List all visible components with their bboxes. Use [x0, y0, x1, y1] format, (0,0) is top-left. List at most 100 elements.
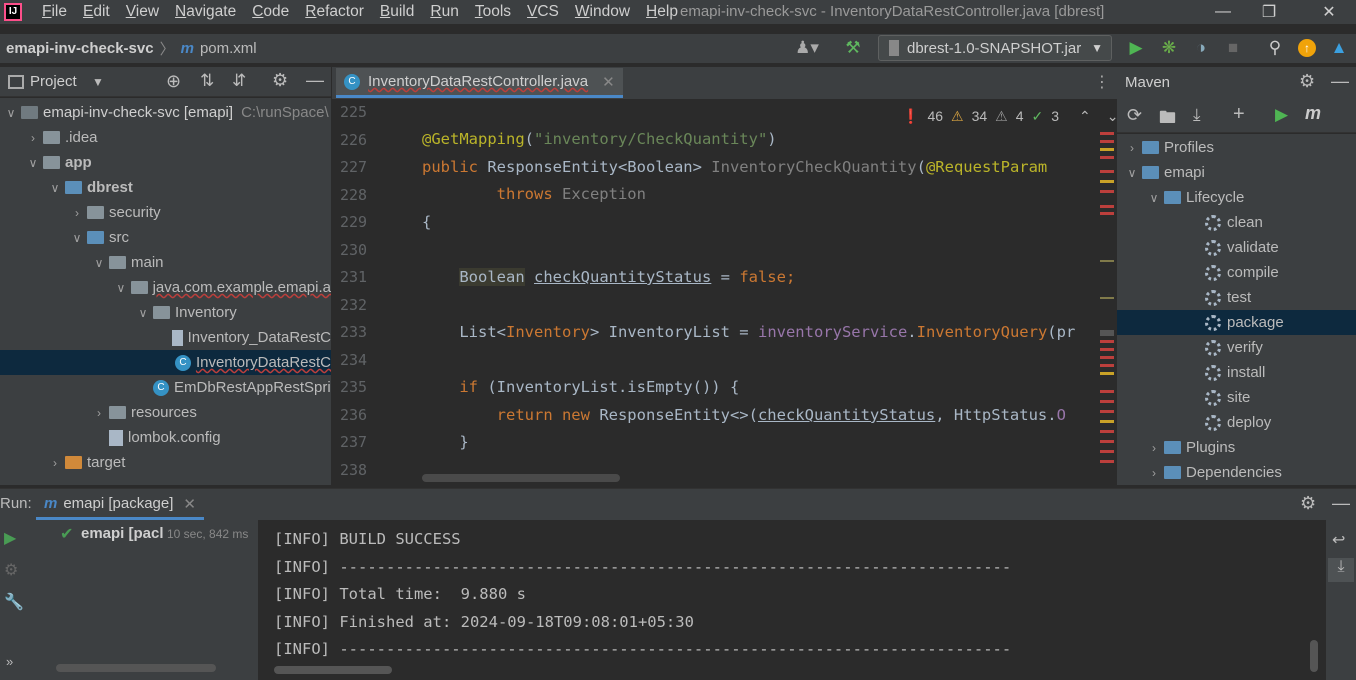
- run-icon[interactable]: ▶: [1275, 105, 1288, 125]
- project-tree-item[interactable]: C EmDbRestAppRestSpri: [0, 375, 331, 400]
- expand-all-icon[interactable]: ⇅: [200, 71, 214, 91]
- run-tree-item[interactable]: emapi [pacl: [81, 525, 163, 542]
- close-tab-icon[interactable]: ✕: [602, 73, 615, 91]
- maven-tree-item[interactable]: validate: [1117, 235, 1356, 260]
- add-maven-project-icon[interactable]: 🖿: [1159, 105, 1176, 134]
- menu-window[interactable]: Window: [567, 0, 638, 24]
- maven-tree-item[interactable]: ∨ emapi: [1117, 160, 1356, 185]
- locate-icon[interactable]: ⊕: [166, 71, 181, 92]
- chevron-down-icon[interactable]: ∨: [92, 256, 106, 270]
- project-tree-item[interactable]: › resources: [0, 400, 331, 425]
- console-vscrollbar[interactable]: [1310, 640, 1318, 672]
- chevron-right-icon[interactable]: ›: [92, 406, 106, 420]
- horizontal-scrollbar[interactable]: [422, 474, 620, 482]
- menu-help[interactable]: Help: [638, 0, 686, 24]
- maven-tree-item[interactable]: clean: [1117, 210, 1356, 235]
- menu-build[interactable]: Build: [372, 0, 422, 24]
- project-tree-item[interactable]: ∨ app: [0, 150, 331, 175]
- update-icon[interactable]: ↑: [1296, 37, 1318, 59]
- gear-icon[interactable]: ⚙: [272, 70, 288, 91]
- search-icon[interactable]: ⚲: [1264, 37, 1286, 59]
- soft-wrap-icon[interactable]: ↩: [1332, 530, 1345, 550]
- run-tree-scrollbar[interactable]: [56, 664, 216, 672]
- project-tree-item[interactable]: C InventoryDataRestC: [0, 350, 331, 375]
- rerun-icon[interactable]: ▶: [4, 528, 16, 548]
- stop-icon[interactable]: ■: [1222, 37, 1244, 59]
- user-icon[interactable]: ♟▾: [790, 37, 824, 59]
- chevron-up-icon[interactable]: ⌃: [1079, 108, 1091, 125]
- execute-goal-icon[interactable]: m: [1305, 103, 1321, 124]
- scroll-to-end-icon[interactable]: ⤓: [1328, 558, 1354, 582]
- menu-navigate[interactable]: Navigate: [167, 0, 244, 24]
- breadcrumb-file[interactable]: pom.xml: [200, 40, 257, 57]
- add-icon[interactable]: +: [1233, 103, 1245, 126]
- menu-edit[interactable]: Edit: [75, 0, 118, 24]
- download-icon[interactable]: ⤓: [1193, 105, 1201, 125]
- hide-icon[interactable]: —: [306, 70, 324, 91]
- project-tree-item[interactable]: › .idea: [0, 125, 331, 150]
- collapse-all-icon[interactable]: ⇵: [232, 71, 246, 91]
- menu-refactor[interactable]: Refactor: [297, 0, 372, 24]
- chevron-right-icon[interactable]: ›: [1147, 466, 1161, 480]
- restore-button[interactable]: ❐: [1246, 0, 1292, 24]
- close-button[interactable]: ✕: [1306, 0, 1352, 24]
- project-tree-item[interactable]: ∨ Inventory: [0, 300, 331, 325]
- maven-tree-item[interactable]: package: [1117, 310, 1356, 335]
- menu-code[interactable]: Code: [244, 0, 297, 24]
- run-icon[interactable]: ▶: [1125, 37, 1147, 59]
- chevron-down-icon[interactable]: ∨: [1125, 166, 1139, 180]
- chevron-down-icon[interactable]: ∨: [136, 306, 150, 320]
- maven-tree-item[interactable]: ∨ Lifecycle: [1117, 185, 1356, 210]
- project-tree-item[interactable]: Inventory_DataRestC: [0, 325, 331, 350]
- gear-icon[interactable]: ⚙: [1299, 71, 1315, 92]
- project-tree-item[interactable]: › security: [0, 200, 331, 225]
- chevron-right-icon[interactable]: ›: [26, 131, 40, 145]
- reload-icon[interactable]: ⟳: [1127, 105, 1142, 126]
- hide-icon[interactable]: —: [1332, 493, 1350, 514]
- chevron-down-icon[interactable]: ∨: [1147, 191, 1161, 205]
- console-output[interactable]: [INFO] BUILD SUCCESS [INFO] ------------…: [258, 520, 1326, 680]
- more-icon[interactable]: »: [6, 654, 13, 669]
- project-tree-item[interactable]: ∨ java.com.example.emapi.a: [0, 275, 332, 300]
- maven-tree-item[interactable]: test: [1117, 285, 1356, 310]
- inspection-widget[interactable]: ❗ 46 ⚠ 34 ⚠ 4 ✓ 3 ⌃ ⌄: [902, 105, 1119, 127]
- gear-icon[interactable]: ⚙: [1300, 493, 1316, 514]
- chevron-right-icon[interactable]: ›: [1147, 441, 1161, 455]
- project-tree-item[interactable]: ∨ dbrest: [0, 175, 331, 200]
- maven-tree-item[interactable]: compile: [1117, 260, 1356, 285]
- more-tabs-icon[interactable]: ⋮: [1094, 72, 1110, 92]
- jetbrains-icon[interactable]: ▲: [1328, 37, 1350, 59]
- chevron-right-icon[interactable]: ›: [48, 456, 62, 470]
- project-tree-item[interactable]: › target: [0, 450, 331, 475]
- menu-run[interactable]: Run: [422, 0, 466, 24]
- build-hammer-icon[interactable]: ⚒: [842, 37, 864, 59]
- coverage-icon[interactable]: ◑: [1190, 37, 1212, 59]
- error-stripe[interactable]: [1098, 130, 1116, 480]
- maven-tree-item[interactable]: site: [1117, 385, 1356, 410]
- code-editor[interactable]: 225 226 227 228 229 230 231 232 233 234 235 236 237 2…: [332, 99, 1117, 485]
- project-tree-item[interactable]: lombok.config: [0, 425, 331, 450]
- minimize-button[interactable]: —: [1200, 0, 1246, 24]
- maven-tree-item[interactable]: verify: [1117, 335, 1356, 360]
- project-panel-title[interactable]: Project: [30, 73, 77, 90]
- run-tab[interactable]: m emapi [package] ✕: [36, 490, 204, 520]
- toggle-view-icon[interactable]: ⚙: [4, 560, 18, 580]
- menu-vcs[interactable]: VCS: [519, 0, 567, 24]
- chevron-down-icon[interactable]: ∨: [48, 181, 62, 195]
- chevron-right-icon[interactable]: ›: [70, 206, 84, 220]
- project-tree-item[interactable]: ∨ main: [0, 250, 331, 275]
- debug-icon[interactable]: ❋: [1158, 37, 1180, 59]
- hide-icon[interactable]: —: [1331, 71, 1349, 92]
- menu-view[interactable]: View: [118, 0, 167, 24]
- chevron-down-icon[interactable]: ∨: [26, 156, 40, 170]
- chevron-right-icon[interactable]: ›: [1125, 141, 1139, 155]
- wrench-icon[interactable]: 🔧: [4, 592, 24, 612]
- project-tree-item[interactable]: ∨ src: [0, 225, 331, 250]
- menu-file[interactable]: File: [34, 0, 75, 24]
- chevron-down-icon[interactable]: ∨: [4, 106, 18, 120]
- maven-tree-item[interactable]: › Plugins: [1117, 435, 1356, 460]
- chevron-down-icon[interactable]: ∨: [114, 281, 128, 295]
- maven-tree-item[interactable]: › Dependencies: [1117, 460, 1356, 485]
- maven-tree-item[interactable]: › Profiles: [1117, 135, 1356, 160]
- maven-tree-item[interactable]: install: [1117, 360, 1356, 385]
